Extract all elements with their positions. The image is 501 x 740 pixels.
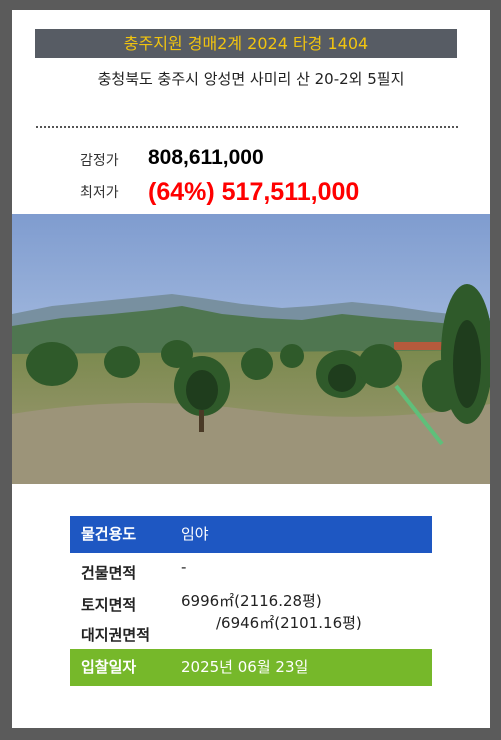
usage-row: 물건용도 임야 — [70, 516, 432, 553]
case-title: 충주지원 경매2계 2024 타경 1404 — [35, 29, 457, 58]
property-address: 충청북도 충주시 앙성면 사미리 산 20-2외 5필지 — [97, 70, 405, 88]
bid-date-value: 2025년 06월 23일 — [181, 658, 309, 676]
minimum-price-value: (64%) 517,511,000 — [148, 178, 360, 206]
appraisal-value: 808,611,000 — [148, 146, 264, 169]
usage-label: 물건용도 — [81, 525, 137, 543]
usage-value: 임야 — [181, 525, 209, 543]
appraisal-label: 감정가 — [80, 153, 119, 169]
building-area-value: - — [181, 558, 187, 576]
land-right-area-value: /6946㎡(2101.16평) — [216, 614, 362, 632]
property-photo — [12, 214, 490, 484]
minimum-price-label: 최저가 — [80, 185, 119, 201]
bid-date-row: 입찰일자 2025년 06월 23일 — [70, 649, 432, 686]
dotted-divider — [36, 126, 458, 128]
property-card: 충주지원 경매2계 2024 타경 1404 충청북도 충주시 앙성면 사미리 … — [12, 10, 490, 728]
bid-date-label: 입찰일자 — [81, 658, 137, 676]
